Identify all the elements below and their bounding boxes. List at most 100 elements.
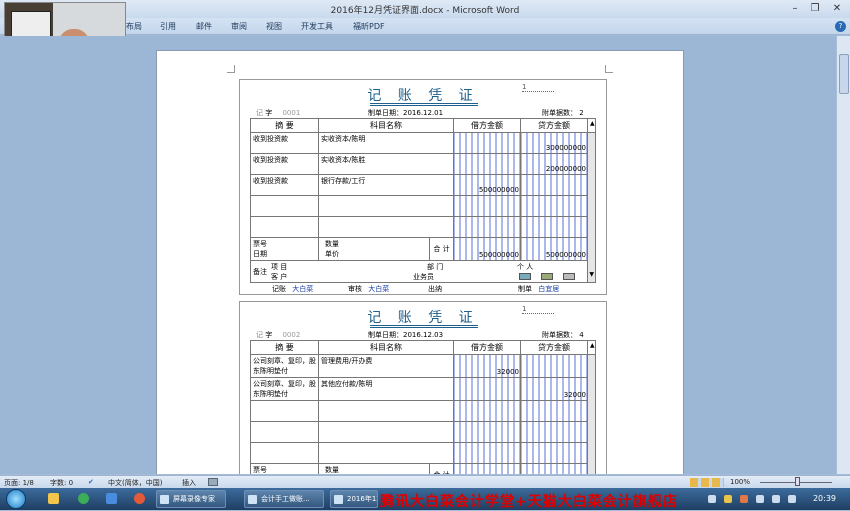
minimize-button[interactable]: – [786, 2, 804, 16]
table-row[interactable]: 公司刻章、复印，股东陈明垫付 其他应付款/陈明 32000 [250, 377, 596, 401]
scrollbar-thumb[interactable] [839, 54, 849, 94]
table-row[interactable] [250, 400, 596, 422]
network-icon[interactable] [772, 495, 780, 503]
view-buttons-icon[interactable] [690, 478, 724, 487]
zoom-level[interactable]: 100% [730, 478, 750, 486]
summary-cell[interactable]: 公司刻章、复印，股东陈明垫付 [250, 377, 319, 401]
page-count[interactable]: 页面: 1/8 [4, 478, 34, 488]
volume-icon[interactable] [788, 495, 796, 503]
tray-icon[interactable] [708, 495, 716, 503]
attachments-count[interactable]: 4 [579, 331, 583, 339]
language-status[interactable]: 中文(简体，中国) [108, 478, 162, 488]
voucher-number[interactable]: 0002 [282, 331, 300, 339]
scroll-up-icon[interactable]: ▲ [587, 340, 596, 355]
folder-icon[interactable] [48, 493, 59, 504]
account-cell[interactable] [318, 216, 454, 238]
toolbar-icon[interactable] [541, 273, 553, 280]
debit-cell[interactable] [453, 153, 521, 175]
debit-cell[interactable] [453, 377, 521, 401]
summary-cell[interactable] [250, 216, 319, 238]
debit-cell[interactable] [453, 195, 521, 217]
tray-icon[interactable] [756, 495, 764, 503]
tray-icon[interactable] [740, 495, 748, 503]
vertical-scrollbar[interactable] [836, 36, 850, 474]
credit-cell[interactable] [520, 354, 588, 378]
summary-cell[interactable] [250, 421, 319, 443]
table-row[interactable] [250, 195, 596, 217]
table-row[interactable] [250, 216, 596, 238]
taskbar-item-screen-recorder[interactable]: 屏幕录像专家 [156, 490, 226, 508]
debit-cell[interactable] [453, 442, 521, 464]
tray-icon[interactable] [724, 495, 732, 503]
account-cell[interactable] [318, 400, 454, 422]
table-row[interactable]: 收到投资款 实收资本/陈明 300000000 [250, 132, 596, 283]
summary-cell[interactable] [250, 442, 319, 464]
account-cell[interactable] [318, 195, 454, 217]
table-row[interactable] [250, 442, 596, 464]
word-count[interactable]: 字数: 0 [50, 478, 73, 488]
table-row[interactable]: 收到投资款 实收资本/陈胜 200000000 [250, 153, 596, 175]
table-scrollbar[interactable] [587, 354, 596, 474]
taskbar-item-accounting[interactable]: 会计手工做账... [244, 490, 324, 508]
credit-cell[interactable] [520, 174, 588, 196]
attachments-count[interactable]: 2 [579, 109, 583, 117]
account-cell[interactable]: 管理费用/开办费 [318, 354, 454, 378]
voucher-number[interactable]: 0001 [282, 109, 300, 117]
tab-layout[interactable]: 布局 [126, 21, 142, 32]
account-cell[interactable]: 银行存款/工行 [318, 174, 454, 196]
tab-review[interactable]: 审阅 [231, 21, 247, 32]
macro-icon[interactable] [208, 478, 218, 486]
zoom-slider-thumb[interactable] [795, 477, 800, 486]
toolbar-icon[interactable] [519, 273, 531, 280]
account-cell[interactable]: 实收资本/陈明 [318, 132, 454, 154]
voucher-date[interactable]: 2016.12.01 [403, 109, 443, 117]
document-page[interactable]: 记 账 凭 证 1 记 字 0001 制单日期：2016.12.01 附单据数：… [156, 50, 684, 474]
taskbar-item-word[interactable]: 2016年12月... [330, 490, 378, 508]
credit-cell[interactable] [520, 195, 588, 217]
scroll-up-icon[interactable]: ▲ [587, 118, 596, 133]
summary-cell[interactable]: 收到投资款 [250, 174, 319, 196]
tab-references[interactable]: 引用 [160, 21, 176, 32]
debit-cell[interactable] [453, 216, 521, 238]
summary-cell[interactable]: 收到投资款 [250, 153, 319, 175]
debit-cell[interactable] [453, 132, 521, 154]
debit-cell[interactable]: 500000000 [453, 174, 521, 196]
account-cell[interactable]: 实收资本/陈胜 [318, 153, 454, 175]
tab-view[interactable]: 视图 [266, 21, 282, 32]
app-icon[interactable] [106, 493, 117, 504]
proofing-icon[interactable]: ✔ [88, 478, 94, 486]
browser-icon[interactable] [78, 493, 89, 504]
summary-cell[interactable]: 收到投资款 [250, 132, 319, 154]
credit-cell[interactable]: 300000000 [520, 132, 588, 154]
close-button[interactable]: ✕ [828, 2, 846, 16]
debit-cell[interactable]: 32000 [453, 354, 521, 378]
restore-button[interactable]: ❐ [806, 2, 824, 16]
insert-mode[interactable]: 插入 [182, 478, 196, 488]
summary-cell[interactable] [250, 400, 319, 422]
voucher-date[interactable]: 2016.12.03 [403, 331, 443, 339]
debit-cell[interactable] [453, 400, 521, 422]
credit-cell[interactable]: 32000 [520, 377, 588, 401]
tab-foxit-pdf[interactable]: 福昕PDF [353, 21, 385, 32]
tab-mailings[interactable]: 邮件 [196, 21, 212, 32]
credit-cell[interactable]: 200000000 [520, 153, 588, 175]
scroll-down-icon[interactable]: ▼ [589, 271, 594, 278]
table-row[interactable]: 收到投资款 银行存款/工行 500000000 [250, 174, 596, 196]
account-cell[interactable] [318, 442, 454, 464]
summary-cell[interactable]: 公司刻章、复印，股东陈明垫付 [250, 354, 319, 378]
account-cell[interactable]: 其他应付款/陈明 [318, 377, 454, 401]
start-button-icon[interactable] [6, 489, 26, 509]
table-row[interactable] [250, 421, 596, 443]
help-icon[interactable]: ? [835, 21, 846, 32]
credit-cell[interactable] [520, 442, 588, 464]
credit-cell[interactable] [520, 400, 588, 422]
clock[interactable]: 20:39 [813, 494, 836, 503]
debit-cell[interactable] [453, 421, 521, 443]
toolbar-icon[interactable] [563, 273, 575, 280]
summary-cell[interactable] [250, 195, 319, 217]
chrome-icon[interactable] [134, 493, 145, 504]
account-cell[interactable] [318, 421, 454, 443]
document-area[interactable]: 记 账 凭 证 1 记 字 0001 制单日期：2016.12.01 附单据数：… [0, 36, 836, 474]
tab-developer[interactable]: 开发工具 [301, 21, 333, 32]
credit-cell[interactable] [520, 216, 588, 238]
